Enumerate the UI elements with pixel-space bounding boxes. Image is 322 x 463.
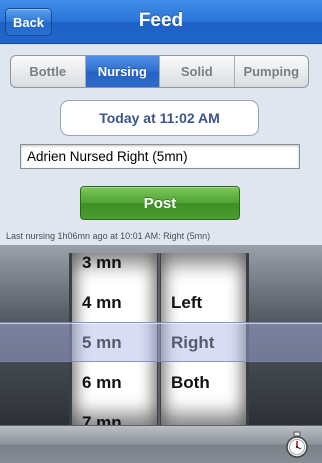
page-title: Feed: [138, 10, 184, 31]
duration-option[interactable]: 3 mn: [82, 253, 122, 273]
picker: 3 mn 4 mn 5 mn 6 mn 7 mn Left Right Both: [0, 245, 322, 425]
picker-selection-indicator: [0, 322, 322, 362]
segment-solid[interactable]: Solid: [160, 56, 235, 87]
entry-text-field[interactable]: Adrien Nursed Right (5mn): [20, 144, 300, 169]
date-time-button[interactable]: Today at 11:02 AM: [60, 100, 259, 136]
side-option[interactable]: Left: [171, 293, 202, 313]
segment-bottle[interactable]: Bottle: [11, 56, 86, 87]
duration-option[interactable]: 6 mn: [82, 373, 122, 393]
side-option[interactable]: Both: [171, 373, 210, 393]
navigation-bar: Back Feed: [0, 0, 322, 44]
segment-nursing[interactable]: Nursing: [85, 56, 160, 87]
segment-pumping[interactable]: Pumping: [235, 56, 309, 87]
duration-option[interactable]: 7 mn: [82, 413, 122, 425]
last-nursing-status: Last nursing 1h06mn ago at 10:01 AM: Rig…: [6, 231, 211, 241]
bottom-toolbar: [0, 425, 322, 463]
stopwatch-icon[interactable]: [283, 431, 311, 459]
feed-type-segmented-control: Bottle Nursing Solid Pumping: [10, 55, 309, 88]
post-button[interactable]: Post: [80, 186, 240, 220]
feed-form: Bottle Nursing Solid Pumping Today at 11…: [0, 45, 322, 245]
duration-option[interactable]: 4 mn: [82, 293, 122, 313]
